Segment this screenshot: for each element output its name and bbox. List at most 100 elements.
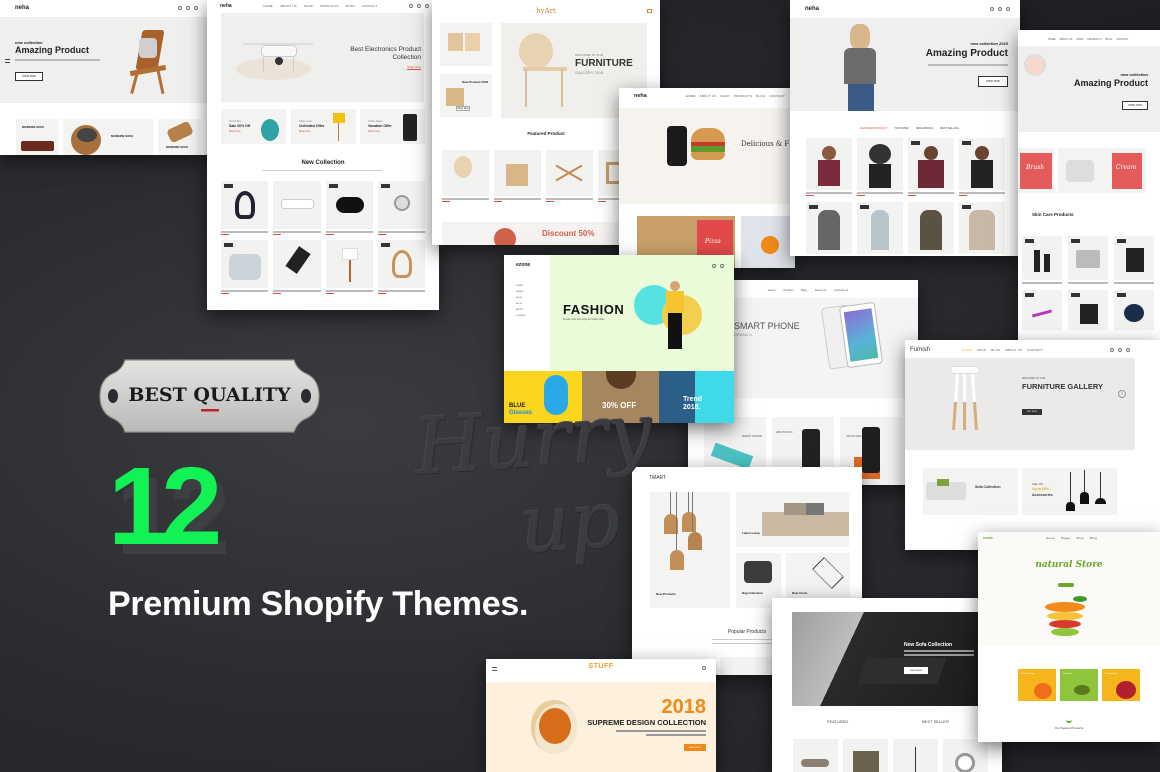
product-card[interactable] <box>377 240 425 294</box>
shop-now-link[interactable]: Shop Now <box>407 65 421 69</box>
menu-item[interactable]: PRODUCTS <box>320 4 338 8</box>
tab-best-selling[interactable]: BEST SELLING <box>940 127 958 130</box>
menu-item[interactable]: BLOG <box>991 348 1000 352</box>
product-card[interactable] <box>1022 289 1062 330</box>
cart-icon[interactable] <box>424 4 429 8</box>
menu-item[interactable]: PRODUCTS <box>734 94 752 98</box>
menu-item[interactable]: PRODUCTS <box>1087 38 1101 41</box>
promo-tile[interactable]: Kiwi Fruits <box>1060 669 1098 701</box>
shop-now-button[interactable]: SHOP NOW <box>684 744 706 751</box>
menu-item[interactable]: HOME <box>516 285 526 287</box>
promo-tile[interactable] <box>741 216 795 268</box>
menu-item[interactable]: SHOP <box>977 348 986 352</box>
product-card[interactable] <box>221 240 269 294</box>
menu-item[interactable]: Home <box>1046 536 1055 540</box>
menu-item[interactable]: Shop <box>1076 536 1084 540</box>
product-card[interactable] <box>843 739 888 772</box>
product-card[interactable] <box>273 240 321 294</box>
menu-item[interactable]: Pages <box>1061 536 1071 540</box>
menu-item[interactable]: CONTACT <box>516 315 526 317</box>
tab-top-rated[interactable]: TOP RATED <box>894 127 909 130</box>
menu-item[interactable]: ABOUT <box>516 309 526 311</box>
menu-item[interactable]: Product <box>783 288 793 292</box>
theme-preview-neha-food[interactable]: neha HOME ABOUT US SHOP PRODUCTS BLOG CO… <box>619 88 795 268</box>
product-card[interactable] <box>857 202 903 254</box>
product-card[interactable] <box>1114 289 1154 330</box>
category-tile[interactable]: New Products <box>650 492 730 608</box>
search-icon[interactable] <box>702 666 706 670</box>
product-card[interactable] <box>893 739 938 772</box>
shop-now-link[interactable]: Shop Now <box>229 130 241 133</box>
menu-item[interactable]: BLOG <box>346 4 355 8</box>
promo-tile[interactable]: Sale Off Up to 50% Accessories <box>1022 468 1117 515</box>
menu-item[interactable]: ABOUT US <box>700 94 717 98</box>
menu-item[interactable]: Contact Us <box>834 288 848 292</box>
theme-preview-sofa-dark[interactable]: New Sofa Collection VIEW MORE FEATURED B… <box>772 598 1002 772</box>
product-card[interactable] <box>494 150 541 202</box>
promo-tile[interactable]: Coffee Maker Vacation Offer Shop Now <box>360 109 425 144</box>
product-card[interactable] <box>1068 236 1108 284</box>
product-card[interactable] <box>959 138 1005 196</box>
menu-item[interactable]: CONTACT <box>1027 348 1043 352</box>
product-card[interactable] <box>273 181 321 235</box>
buy-now-button[interactable]: BUY NOW <box>1022 409 1042 415</box>
promo-tile[interactable]: Sound Box Sale 30% Off Shop Now <box>221 109 286 144</box>
product-card[interactable] <box>325 240 373 294</box>
user-icon[interactable] <box>186 6 190 10</box>
product-card[interactable] <box>442 150 489 202</box>
shop-now-button[interactable]: Shop Now <box>456 106 470 111</box>
product-card[interactable] <box>1068 289 1108 330</box>
search-icon[interactable] <box>712 264 716 268</box>
product-card[interactable] <box>943 739 988 772</box>
product-card[interactable] <box>1022 236 1062 284</box>
user-icon[interactable] <box>998 6 1002 11</box>
menu-item[interactable]: PAGES <box>516 291 526 293</box>
promo-tile[interactable]: Table Lamp Unlimited Offer Shop Now <box>291 109 356 144</box>
cart-icon[interactable] <box>647 9 652 13</box>
product-card[interactable] <box>857 138 903 196</box>
shop-now-link[interactable]: Shop Now <box>368 130 380 133</box>
product-card[interactable] <box>806 138 852 196</box>
product-card[interactable] <box>1114 236 1154 284</box>
promo-tile[interactable]: Cream <box>1058 148 1146 193</box>
cart-icon[interactable] <box>194 6 198 10</box>
view-more-button[interactable]: VIEW MORE <box>904 667 928 674</box>
theme-preview-furnish[interactable]: Furnish HOME SHOP BLOG ABOUT US CONTACT … <box>905 340 1160 550</box>
search-icon[interactable] <box>1110 348 1114 352</box>
cart-icon[interactable] <box>1126 348 1130 352</box>
product-card[interactable] <box>546 150 593 202</box>
hamburger-icon[interactable] <box>5 59 10 63</box>
menu-item[interactable]: SHOP <box>304 4 313 8</box>
shop-now-button[interactable]: SHOP NOW <box>978 76 1008 87</box>
menu-item[interactable]: CONTACT <box>1116 38 1128 41</box>
theme-preview-neha-furniture[interactable]: neha new collection Amazing Product SHOP… <box>0 0 208 155</box>
menu-item[interactable]: Blog <box>1090 536 1097 540</box>
menu-item[interactable]: HOME <box>1048 38 1056 41</box>
shop-now-button[interactable]: SHOP NOW <box>1122 101 1148 110</box>
menu-item[interactable]: SHOP <box>516 297 526 299</box>
theme-preview-ezone-natural[interactable]: ezone Home Pages Shop Blog natural Store… <box>978 532 1160 742</box>
menu-item[interactable]: CONTACT <box>769 94 785 98</box>
promo-tile[interactable]: Fresh Oranges <box>1018 669 1056 701</box>
promo-tile[interactable]: MODERN SOFA <box>158 119 201 155</box>
shop-now-button[interactable]: SHOP NOW <box>15 72 43 81</box>
menu-item[interactable]: ABOUT US <box>1005 348 1022 352</box>
promo-tile[interactable]: MODERN SOFA <box>63 119 153 155</box>
menu-item[interactable]: ABOUT US <box>280 4 297 8</box>
menu-item[interactable]: ABOUT US <box>1060 38 1073 41</box>
menu-item[interactable]: HOME <box>962 348 972 352</box>
theme-preview-neha-fashion[interactable]: neha new collection 2018 Amazing Product… <box>790 0 1020 256</box>
tab-new-arrival[interactable]: NEW ARRIVAL <box>916 127 934 130</box>
menu-item[interactable]: CONTACT <box>362 4 378 8</box>
side-product[interactable]: New Product 2018 Shop Now <box>440 74 492 117</box>
discount-banner[interactable]: Discount 50% <box>442 222 620 245</box>
menu-item[interactable]: SHOP <box>1076 38 1083 41</box>
shop-now-link[interactable]: Shop Now <box>299 130 311 133</box>
menu-item[interactable]: HOME <box>686 94 696 98</box>
cart-icon[interactable] <box>720 264 724 268</box>
product-card[interactable] <box>377 181 425 235</box>
theme-preview-stuff[interactable]: STUFF 2018 SUPREME DESIGN COLLECTION SHO… <box>486 659 716 772</box>
tab-featured[interactable]: FEATURED PRODUCT <box>860 127 887 130</box>
promo-tile[interactable]: Brush <box>1018 148 1054 193</box>
product-card[interactable] <box>908 202 954 254</box>
